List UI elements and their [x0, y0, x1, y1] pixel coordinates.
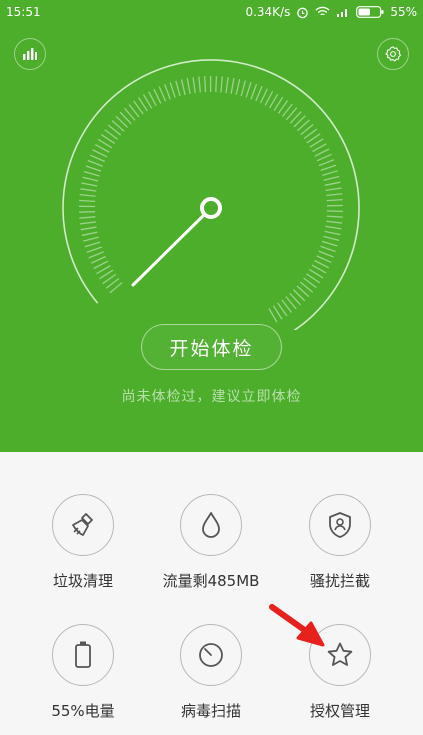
battery-label: 55%电量 [51, 702, 115, 720]
virus-scan-label: 病毒扫描 [180, 702, 241, 720]
gauge-tick [240, 80, 246, 97]
gauge-tick [79, 211, 96, 213]
battery-tile[interactable]: 55%电量 [13, 624, 153, 721]
gauge-tick [314, 148, 330, 157]
gauge-tick [198, 76, 201, 93]
gauge-tick [169, 82, 176, 98]
gauge-tick [88, 251, 104, 259]
virus-scan-icon-circle [180, 624, 242, 686]
droplet-icon [202, 512, 220, 538]
gauge-tick [316, 255, 332, 264]
harassment-block-label: 骚扰拦截 [309, 572, 370, 590]
gauge-tick [259, 88, 268, 104]
gauge-tick [158, 86, 167, 102]
gauge-tick [83, 236, 99, 242]
harassment-block-tile[interactable]: 骚扰拦截 [270, 494, 410, 591]
gauge-tick [186, 78, 191, 95]
start-checkup-button[interactable]: 开始体检 [141, 324, 282, 370]
gauge-tick [324, 230, 341, 236]
gauge-tick [220, 76, 223, 93]
permission-manage-icon-circle [309, 624, 371, 686]
gauge-tick [92, 149, 108, 158]
gauge-tick [326, 215, 343, 218]
gauge-tick [80, 226, 97, 231]
broom-icon [72, 513, 93, 536]
tool-grid: 垃圾清理 流量剩485MB 骚扰拦截 55%电量 病毒扫描 授权管理 [0, 452, 423, 735]
gauge-tick [79, 221, 96, 225]
gauge-tick [153, 88, 162, 104]
gauge-tick [325, 187, 342, 192]
permission-manage-tile[interactable]: 授权管理 [270, 624, 410, 721]
harassment-block-icon-circle [309, 494, 371, 556]
star-icon [327, 642, 353, 666]
gauge-tick [321, 240, 338, 247]
gauge-tick [164, 84, 171, 100]
gauge-tick [82, 176, 99, 182]
gauge-tick [79, 193, 96, 197]
data-usage-icon-circle [180, 494, 242, 556]
junk-clean-tile[interactable]: 垃圾清理 [13, 494, 153, 591]
gauge-tick [320, 245, 336, 253]
gauge-tick [318, 159, 335, 167]
gauge-tick [320, 164, 337, 172]
gauge-tick [85, 165, 102, 172]
gauge-tick [86, 246, 102, 253]
gauge-tick [89, 154, 105, 163]
gauge-tick [93, 260, 109, 270]
gauge-tick [323, 175, 340, 181]
health-gauge [62, 59, 360, 330]
gauge-pivot [200, 197, 222, 219]
gauge-tick [148, 91, 157, 107]
gauge-tick [81, 231, 98, 237]
gauge-tick [215, 76, 218, 93]
shield-user-icon [329, 512, 351, 538]
gauge-tick [230, 77, 235, 94]
gauge-tick [80, 188, 97, 192]
gauge-tick [264, 90, 274, 106]
gauge-tick [324, 181, 341, 186]
gauge-tick [326, 193, 343, 197]
gauge-tick [94, 143, 110, 153]
gauge-tick [245, 82, 252, 98]
gauge-tick [326, 220, 343, 224]
scan-dial-icon [199, 643, 223, 667]
checkup-hint: 尚未体检过，建议立即体检 [121, 389, 302, 405]
data-usage-tile[interactable]: 流量剩485MB [141, 494, 281, 591]
gauge-tick [316, 153, 332, 162]
gauge-tick [323, 235, 340, 241]
gauge-tick [84, 241, 101, 248]
gauge-tick [83, 170, 100, 177]
gauge-tick [225, 77, 229, 94]
permission-manage-label: 授权管理 [309, 702, 370, 720]
gauge-tick [314, 259, 330, 269]
gauge-tick [180, 79, 186, 96]
junk-clean-icon-circle [52, 494, 114, 556]
gauge-tick [235, 79, 241, 95]
virus-scan-tile[interactable]: 病毒扫描 [141, 624, 281, 721]
gauge-tick [255, 85, 263, 102]
gauge-tick [204, 76, 207, 93]
header-panel: 15:51 0.34K/s 55% 开始体检 尚未体检过，建议立即体检 [0, 0, 423, 452]
gauge-tick [87, 159, 104, 167]
gauge-tick [250, 83, 258, 100]
junk-clean-label: 垃圾清理 [52, 572, 113, 590]
gauge-tick [326, 198, 343, 202]
gauge-tick [79, 199, 96, 203]
gauge-needle [131, 212, 207, 287]
gauge-outer-arc [62, 59, 360, 330]
battery-icon-circle [52, 624, 114, 686]
gauge-tick [318, 250, 334, 258]
gauge-tick [175, 80, 181, 97]
gauge-tick [192, 77, 196, 94]
gauge-tick [325, 225, 342, 230]
gauge-tick [322, 170, 338, 176]
gauge-tick [90, 255, 106, 264]
gauge-tick [81, 182, 98, 187]
data-usage-label: 流量剩485MB [162, 572, 260, 590]
gauge-tick [79, 216, 96, 219]
battery-icon [75, 641, 91, 668]
